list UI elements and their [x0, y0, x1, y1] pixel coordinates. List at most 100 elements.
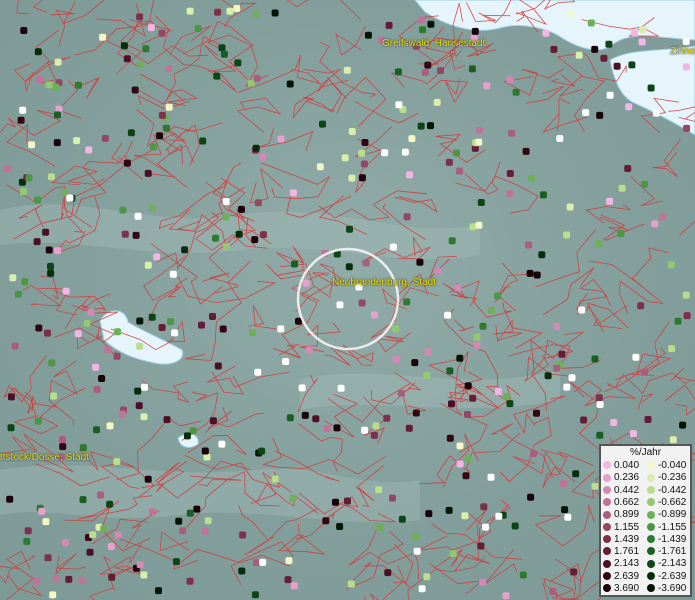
station-marker[interactable]: [100, 525, 108, 533]
station-marker[interactable]: [639, 26, 647, 34]
station-marker[interactable]: [502, 592, 510, 600]
station-marker[interactable]: [445, 506, 453, 514]
station-marker[interactable]: [591, 355, 599, 363]
station-marker[interactable]: [427, 122, 434, 130]
station-marker[interactable]: [591, 45, 599, 53]
station-marker[interactable]: [9, 274, 17, 282]
station-marker[interactable]: [412, 533, 420, 541]
station-marker[interactable]: [218, 440, 226, 448]
station-marker[interactable]: [495, 512, 503, 520]
station-marker[interactable]: [506, 170, 514, 177]
station-marker[interactable]: [148, 508, 156, 516]
station-marker[interactable]: [93, 385, 101, 393]
station-marker[interactable]: [155, 587, 162, 595]
station-marker[interactable]: [372, 422, 380, 430]
station-marker[interactable]: [651, 220, 659, 228]
station-marker[interactable]: [163, 124, 170, 132]
station-marker[interactable]: [144, 261, 152, 269]
station-marker[interactable]: [132, 231, 140, 239]
station-marker[interactable]: [454, 284, 462, 292]
station-marker[interactable]: [371, 311, 378, 319]
station-marker[interactable]: [494, 292, 502, 300]
station-marker[interactable]: [158, 324, 166, 331]
station-marker[interactable]: [556, 135, 564, 142]
station-marker[interactable]: [434, 267, 442, 275]
station-marker[interactable]: [61, 539, 69, 547]
station-marker[interactable]: [259, 558, 267, 566]
station-marker[interactable]: [97, 491, 105, 499]
station-marker[interactable]: [394, 68, 402, 76]
station-marker[interactable]: [617, 230, 625, 237]
station-marker[interactable]: [252, 10, 260, 18]
station-marker[interactable]: [683, 124, 691, 132]
station-marker[interactable]: [468, 65, 476, 73]
station-marker[interactable]: [360, 160, 368, 168]
station-marker[interactable]: [107, 543, 115, 550]
station-marker[interactable]: [433, 98, 441, 106]
station-marker[interactable]: [21, 278, 29, 286]
station-marker[interactable]: [638, 38, 646, 46]
station-marker[interactable]: [358, 149, 366, 157]
station-marker[interactable]: [73, 137, 81, 145]
station-marker[interactable]: [423, 372, 431, 379]
station-marker[interactable]: [316, 163, 324, 171]
station-marker[interactable]: [175, 517, 183, 525]
station-marker[interactable]: [220, 50, 228, 58]
station-marker[interactable]: [596, 401, 604, 408]
station-marker[interactable]: [542, 29, 550, 37]
station-marker[interactable]: [341, 154, 349, 162]
station-marker[interactable]: [53, 139, 61, 147]
station-marker[interactable]: [61, 189, 68, 196]
station-marker[interactable]: [144, 475, 152, 483]
station-marker[interactable]: [136, 13, 144, 21]
station-marker[interactable]: [198, 321, 205, 329]
station-marker[interactable]: [252, 591, 259, 599]
station-marker[interactable]: [34, 48, 42, 56]
station-marker[interactable]: [641, 368, 648, 376]
station-marker[interactable]: [34, 196, 41, 204]
station-marker[interactable]: [134, 212, 142, 220]
station-marker[interactable]: [172, 558, 180, 566]
station-marker[interactable]: [525, 241, 533, 249]
station-marker[interactable]: [424, 348, 432, 356]
station-marker[interactable]: [3, 165, 11, 173]
station-marker[interactable]: [487, 473, 495, 481]
station-marker[interactable]: [298, 384, 306, 392]
station-marker[interactable]: [136, 561, 144, 569]
station-marker[interactable]: [336, 301, 344, 309]
station-marker[interactable]: [238, 205, 245, 213]
station-marker[interactable]: [522, 147, 530, 155]
station-marker[interactable]: [312, 415, 320, 423]
station-marker[interactable]: [625, 103, 633, 111]
station-marker[interactable]: [277, 135, 285, 143]
station-marker[interactable]: [203, 453, 211, 461]
station-marker[interactable]: [322, 517, 330, 525]
station-marker[interactable]: [134, 387, 142, 395]
station-marker[interactable]: [667, 261, 675, 269]
station-marker[interactable]: [163, 416, 171, 424]
station-marker[interactable]: [137, 61, 145, 69]
station-marker[interactable]: [79, 496, 87, 504]
station-marker[interactable]: [74, 330, 82, 338]
station-marker[interactable]: [33, 238, 41, 246]
station-marker[interactable]: [74, 81, 82, 89]
station-marker[interactable]: [477, 199, 485, 206]
station-marker[interactable]: [343, 66, 351, 74]
station-marker[interactable]: [118, 410, 126, 418]
station-marker[interactable]: [271, 475, 279, 483]
station-marker[interactable]: [209, 417, 217, 425]
station-marker[interactable]: [147, 24, 155, 32]
station-marker[interactable]: [19, 106, 27, 114]
station-marker[interactable]: [148, 204, 156, 212]
station-marker[interactable]: [98, 375, 106, 382]
station-marker[interactable]: [104, 346, 112, 354]
station-marker[interactable]: [19, 188, 27, 195]
station-marker[interactable]: [544, 372, 552, 380]
station-marker[interactable]: [79, 444, 87, 452]
station-marker[interactable]: [214, 362, 222, 370]
station-marker[interactable]: [14, 290, 22, 298]
station-marker[interactable]: [587, 19, 595, 27]
station-marker[interactable]: [36, 76, 44, 83]
station-marker[interactable]: [411, 359, 419, 367]
station-marker[interactable]: [596, 111, 604, 119]
